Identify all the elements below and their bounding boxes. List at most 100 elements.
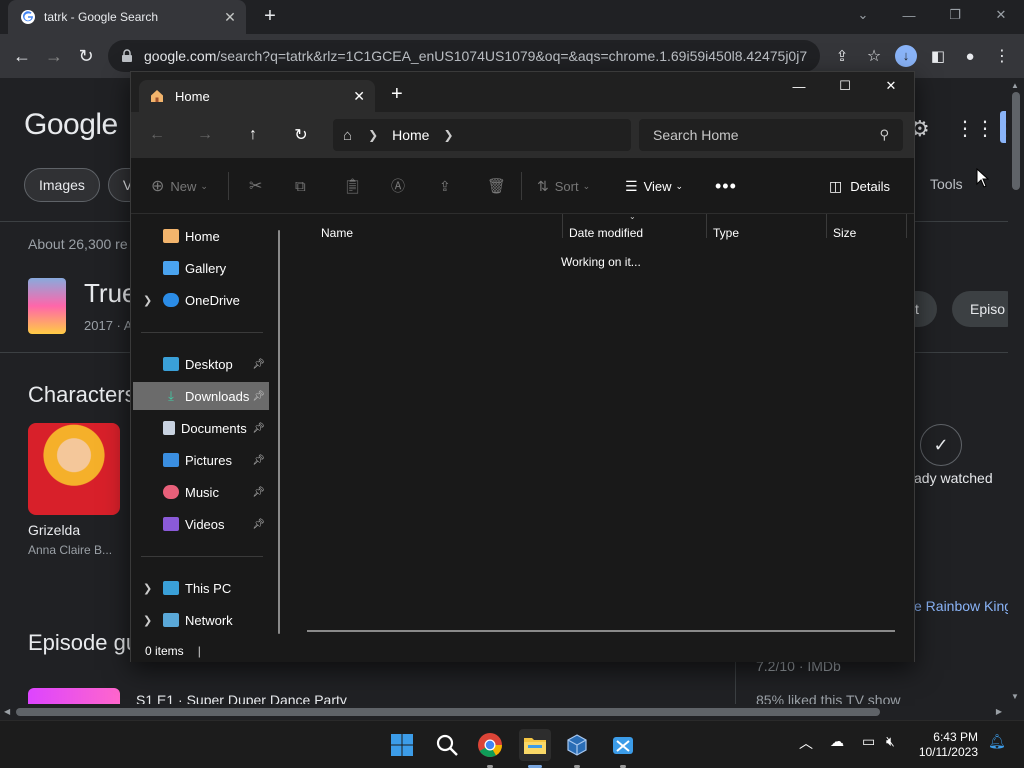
breadcrumb-home[interactable]: Home (392, 127, 429, 143)
sidebar-item-gallery[interactable]: Gallery (133, 254, 269, 282)
share-icon[interactable]: ⇪ (439, 174, 451, 198)
new-tab-button[interactable]: + (258, 6, 282, 28)
sidebar-item-music[interactable]: Music 📌︎ (133, 478, 269, 506)
maximize-icon[interactable]: ☐ (822, 72, 868, 100)
new-tab-button[interactable]: + (391, 84, 403, 104)
browser-tab[interactable]: tatrk - Google Search ✕ (8, 0, 246, 34)
close-tab-icon[interactable]: ✕ (222, 9, 238, 25)
paste-icon[interactable]: 📋︎ (343, 174, 362, 198)
reload-icon[interactable]: ↻ (70, 40, 102, 72)
chevron-right-icon[interactable]: ❯ (443, 128, 453, 142)
profile-icon[interactable]: ● (954, 40, 986, 72)
new-button[interactable]: ⊕ New ⌄ (151, 174, 208, 198)
sidebar-item-home[interactable]: Home (133, 222, 269, 250)
navigation-pane-scrollbar[interactable] (278, 230, 280, 634)
address-bar[interactable]: google.com/search?q=tatrk&rlz=1C1GCEA_en… (108, 40, 820, 72)
rename-icon[interactable]: Ⓐ (391, 174, 405, 198)
episode-title[interactable]: S1 E1 · Super Duper Dance Party (136, 692, 347, 704)
refresh-icon[interactable]: ↻ (287, 122, 315, 148)
back-arrow-icon[interactable]: ← (143, 122, 171, 148)
scrollbar-thumb[interactable] (1012, 92, 1020, 190)
sidebar-item-desktop[interactable]: Desktop 📌︎ (133, 350, 269, 378)
search-icon[interactable] (431, 729, 463, 761)
scroll-right-icon[interactable]: ▶ (996, 707, 1002, 716)
more-options-icon[interactable]: ••• (715, 174, 737, 198)
page-vertical-scrollbar[interactable]: ▲ ▼ (1008, 78, 1024, 704)
sidebar-item-pictures[interactable]: Pictures 📌︎ (133, 446, 269, 474)
column-header-size[interactable]: Size (833, 226, 856, 240)
rainbow-link[interactable]: e Rainbow King (914, 598, 1008, 614)
chevron-right-icon[interactable]: ❯ (143, 294, 152, 307)
chevron-right-icon[interactable]: ❯ (368, 128, 378, 142)
explorer-tab[interactable]: Home ✕ (139, 80, 375, 112)
pin-icon[interactable]: 📌︎ (252, 519, 265, 530)
cut-icon[interactable]: ✂ (249, 174, 262, 198)
scroll-down-icon[interactable]: ▼ (1011, 692, 1019, 701)
restore-icon[interactable]: ❐ (932, 0, 978, 30)
pill-episodes[interactable]: Episo (952, 291, 1008, 327)
sort-button[interactable]: ⇅ Sort ⌄ (537, 174, 590, 198)
side-panel-icon[interactable]: ◧ (922, 40, 954, 72)
pin-icon[interactable]: 📌︎ (252, 487, 265, 498)
snipping-tool-icon[interactable] (607, 729, 639, 761)
sidebar-item-documents[interactable]: Documents 📌︎ (133, 414, 269, 442)
checkmark-icon[interactable]: ✓ (920, 424, 962, 466)
tab-search-icon[interactable]: ⌄ (840, 0, 886, 30)
sidebar-item-videos[interactable]: Videos 📌︎ (133, 510, 269, 538)
display-icon[interactable]: ▭ (862, 733, 875, 750)
windows-start-icon[interactable] (386, 729, 418, 761)
column-header-type[interactable]: Type (713, 226, 739, 240)
details-button[interactable]: ◫ Details (829, 174, 890, 198)
sound-muted-icon[interactable]: 🔇︎ (886, 733, 895, 750)
episode-thumbnail[interactable] (28, 688, 120, 704)
column-header-name[interactable]: Name (321, 226, 353, 240)
chevron-right-icon[interactable]: ❯ (143, 614, 152, 627)
close-window-icon[interactable]: ✕ (868, 72, 914, 100)
pin-icon[interactable]: 📌︎ (252, 359, 265, 370)
up-arrow-icon[interactable]: ↑ (239, 122, 267, 148)
delete-icon[interactable]: 🗑︎ (487, 174, 506, 198)
minimize-icon[interactable]: — (886, 0, 932, 30)
download-icon[interactable]: ↓ (890, 40, 922, 72)
pin-icon[interactable]: 📌︎ (252, 423, 265, 434)
tools-button[interactable]: Tools (930, 176, 963, 192)
scrollbar-thumb[interactable] (16, 708, 880, 716)
sign-in-button[interactable] (1000, 111, 1006, 143)
close-window-icon[interactable]: ✕ (978, 0, 1024, 30)
chip-images[interactable]: Images (24, 168, 100, 202)
view-button[interactable]: ☰ View ⌄ (625, 174, 683, 198)
chevron-right-icon[interactable]: ❯ (143, 582, 152, 595)
home-icon[interactable]: ⌂ (343, 127, 352, 144)
chevron-up-icon[interactable]: ︿ (799, 733, 813, 753)
back-arrow-icon[interactable]: ← (6, 40, 38, 72)
close-tab-icon[interactable]: ✕ (353, 88, 365, 105)
character-name[interactable]: Grizelda (28, 522, 80, 538)
forward-arrow-icon[interactable]: → (191, 122, 219, 148)
bookmark-star-icon[interactable]: ☆ (858, 40, 890, 72)
search-input[interactable] (653, 127, 880, 143)
page-horizontal-scrollbar[interactable]: ◀ ▶ (0, 704, 1008, 720)
sidebar-item-network[interactable]: ❯ Network (133, 606, 269, 634)
knowledge-panel-title[interactable]: True (84, 278, 137, 309)
file-list-scrollbar[interactable] (307, 630, 895, 632)
minimize-icon[interactable]: — (776, 72, 822, 100)
pin-icon[interactable]: 📌︎ (252, 455, 265, 466)
google-logo[interactable]: Google (24, 108, 118, 142)
notification-bell-icon[interactable]: 🔔︎ (988, 733, 1006, 750)
system-clock[interactable]: 6:43 PM 10/11/2023 (919, 730, 978, 760)
site-info-icon[interactable] (120, 49, 134, 63)
search-icon[interactable]: ⚲ (879, 127, 889, 143)
explorer-address-bar[interactable]: ⌂ ❯ Home ❯ (333, 119, 631, 151)
menu-icon[interactable]: ⋮ (986, 40, 1018, 72)
onedrive-tray-icon[interactable]: ☁ (830, 733, 844, 750)
file-explorer-icon[interactable] (519, 729, 551, 761)
copy-icon[interactable]: ⧉ (295, 174, 306, 198)
scroll-up-icon[interactable]: ▲ (1011, 81, 1019, 90)
chrome-icon[interactable] (474, 729, 506, 761)
explorer-titlebar[interactable]: Home ✕ + — ☐ ✕ (131, 72, 914, 112)
character-image[interactable] (28, 423, 120, 515)
scroll-left-icon[interactable]: ◀ (4, 707, 10, 716)
share-icon[interactable]: ⇪ (826, 40, 858, 72)
virtualbox-icon[interactable] (561, 729, 593, 761)
column-header-date-modified[interactable]: Date modified (569, 226, 643, 240)
